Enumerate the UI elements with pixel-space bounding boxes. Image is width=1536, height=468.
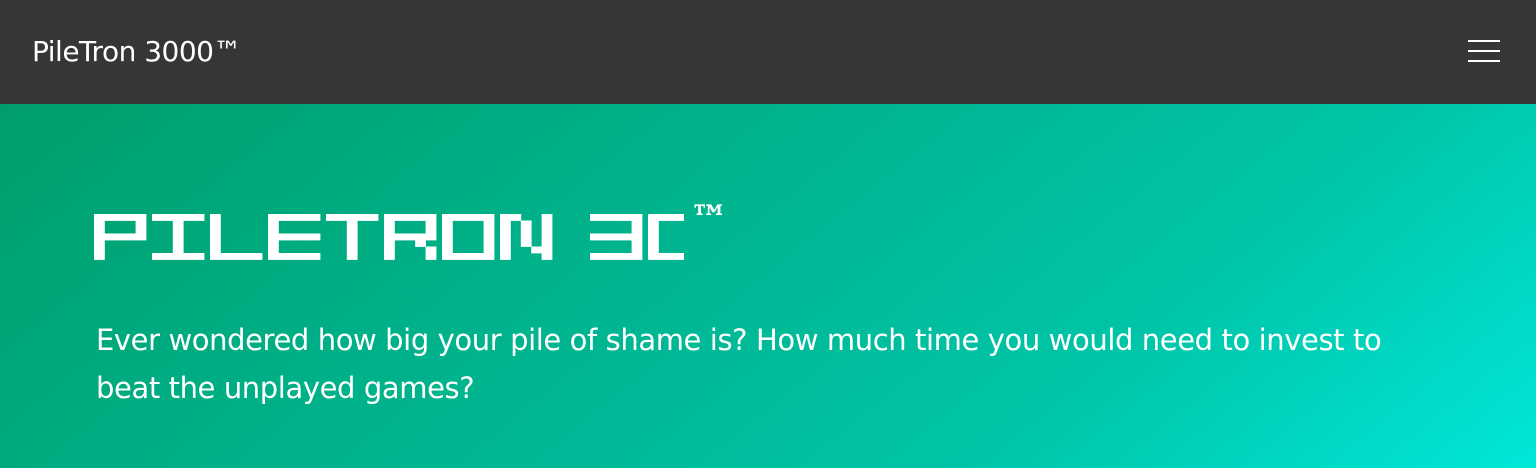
pixel-letter: [500, 214, 553, 260]
brand-logo-link[interactable]: PileTron 3000™: [32, 33, 241, 71]
navbar: PileTron 3000™: [0, 0, 1536, 104]
hero-section: ™ Ever wondered how big your pile of sha…: [0, 104, 1536, 468]
pixel-letter: [268, 214, 321, 260]
pixel-letter: [590, 214, 643, 260]
hamburger-line: [1468, 40, 1500, 42]
hamburger-line: [1468, 60, 1500, 62]
pixel-letter: [152, 214, 205, 260]
pixel-letter: [210, 214, 263, 260]
pixel-letter: [648, 214, 684, 260]
pixel-letter: [384, 214, 437, 260]
hero-title-pixel-text: [94, 214, 684, 262]
pixel-letter: [326, 214, 379, 260]
pixel-letter: [94, 214, 147, 260]
hamburger-menu-icon[interactable]: [1461, 36, 1507, 68]
hero-title: ™: [94, 196, 728, 262]
pixel-letter: [442, 214, 495, 260]
hero-subtitle: Ever wondered how big your pile of shame…: [96, 323, 1382, 405]
hamburger-line: [1468, 50, 1500, 52]
hero-title-trademark: ™: [690, 196, 728, 241]
